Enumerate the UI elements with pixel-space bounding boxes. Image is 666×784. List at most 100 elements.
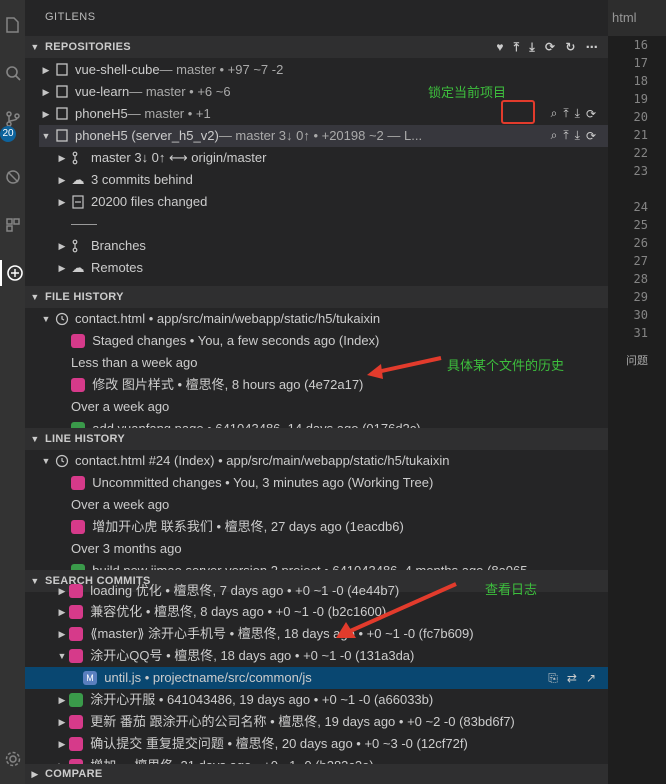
open-file-icon[interactable]: ↗: [586, 667, 596, 689]
repo-row[interactable]: ▶ vue-learn — master • +6 ~6: [39, 81, 231, 103]
branch-status-row[interactable]: ▶ master 3↓ 0↑ ⟷ origin/master: [55, 147, 267, 169]
changed-file-row[interactable]: M until.js • projectname/src/common/js ⎘…: [25, 667, 608, 689]
repositories-title: REPOSITORIES: [45, 41, 131, 53]
annotation-file-history: 具体某个文件的历史: [447, 358, 565, 373]
divider-label: ——: [71, 216, 97, 231]
line-history-section-header[interactable]: ▼ LINE HISTORY: [25, 428, 608, 450]
repo-row[interactable]: ▶ vue-shell-cube — master • +97 ~7 -2: [39, 59, 284, 81]
chevron-right-icon: ▶: [58, 739, 66, 749]
files-changed-row[interactable]: ▶ 20200 files changed: [55, 191, 208, 213]
commit-row[interactable]: Staged changes • You, a few seconds ago …: [71, 330, 379, 352]
favorite-heart-icon[interactable]: ♥: [496, 40, 503, 54]
line-number: 17: [633, 56, 648, 70]
line-number: 25: [633, 218, 648, 232]
remotes-label: Remotes: [91, 260, 144, 275]
debug-icon[interactable]: [0, 164, 25, 190]
search-commits-body: ▶ loading 优化 • 檀思佟, 7 days ago • +0 ~1 -…: [25, 580, 608, 764]
commit-row[interactable]: add yuanfang page • 641043486, 14 days a…: [71, 418, 421, 428]
chevron-down-icon: ▼: [41, 314, 51, 324]
avatar: [71, 520, 85, 534]
refresh-icon[interactable]: ↻: [565, 40, 575, 54]
repository-icon: [53, 62, 71, 78]
commit-row[interactable]: ▶ 确认提交 重复提交问题 • 檀思佟, 20 days ago • +0 ~3…: [55, 733, 468, 755]
commit-row[interactable]: build new jimao server version 2 project…: [71, 560, 528, 570]
avatar: [71, 334, 85, 348]
commit-row[interactable]: ▶ 更新 番茄 跟涂开心的公司名称 • 檀思佟, 19 days ago • +…: [55, 711, 515, 733]
commit-row[interactable]: 修改 图片样式 • 檀思佟, 8 hours ago (4e72a17): [71, 374, 363, 396]
avatar: [69, 715, 83, 729]
problems-panel-label[interactable]: 问题: [626, 352, 648, 368]
commit-row[interactable]: Uncommitted changes • You, 3 minutes ago…: [71, 472, 433, 494]
commit-label: 增加 ... 檀思佟, 21 days ago • +0 ~1 -0 (b283…: [90, 755, 373, 764]
fetch-all-icon[interactable]: ⟳: [545, 40, 555, 54]
commit-label: add yuanfang page • 641043486, 14 days a…: [92, 418, 420, 428]
pull-icon[interactable]: ⤓: [575, 128, 580, 143]
search-icon[interactable]: [0, 60, 25, 86]
file-history-section-header[interactable]: ▼ FILE HISTORY: [25, 286, 608, 308]
push-all-icon[interactable]: ⤒: [514, 40, 520, 55]
repository-icon: [53, 128, 71, 144]
fetch-icon[interactable]: ⟳: [586, 107, 596, 121]
repo-row-actions: ⌕ ⤒ ⤓ ⟳: [551, 106, 596, 121]
push-icon[interactable]: ⤒: [563, 128, 568, 143]
branches-row[interactable]: ▶ Branches: [55, 235, 146, 257]
cloud-download-icon: ☁: [71, 172, 85, 187]
compare-section-header[interactable]: ▶ COMPARE: [25, 764, 608, 784]
commit-label: 涂开心开服 • 641043486, 19 days ago • +0 ~1 -…: [90, 692, 434, 707]
repo-row-actions: ⌕ ⤒ ⤓ ⟳: [551, 128, 596, 143]
file-history-root-label: contact.html • app/src/main/webapp/stati…: [75, 311, 381, 326]
avatar: [69, 584, 83, 598]
explorer-icon[interactable]: [0, 12, 25, 38]
chevron-right-icon: ▶: [58, 197, 66, 207]
annotation-lock: 锁定当前项目: [428, 85, 507, 100]
line-number: 23: [633, 164, 648, 178]
modified-file-icon: M: [83, 671, 97, 685]
avatar: [69, 737, 83, 751]
annotation-arrow-icon: [336, 582, 457, 638]
repositories-section-header[interactable]: ▼ REPOSITORIES ♥ ⤒ ⤓ ⟳ ↻ ⋯: [25, 36, 608, 58]
files-changed-label: 20200 files changed: [91, 194, 208, 209]
file-history-title: FILE HISTORY: [45, 291, 124, 303]
chevron-down-icon: ▼: [30, 42, 40, 52]
chevron-right-icon: ▶: [42, 109, 50, 119]
repo-row[interactable]: ▼ phoneH5 (server_h5_v2) — master 3↓ 0↑ …: [39, 125, 608, 147]
compare-icon[interactable]: ⇄: [567, 667, 577, 689]
settings-gear-icon[interactable]: [0, 746, 25, 772]
extensions-icon[interactable]: [0, 212, 25, 238]
commits-behind-row[interactable]: ▶ ☁ 3 commits behind: [55, 169, 193, 191]
fetch-icon[interactable]: ⟳: [586, 129, 596, 143]
commit-row[interactable]: ▼ 涂开心QQ号 • 檀思佟, 18 days ago • +0 ~1 -0 (…: [55, 645, 414, 667]
line-number: 27: [633, 254, 648, 268]
more-actions-icon[interactable]: ⋯: [586, 40, 598, 54]
commit-row[interactable]: ▶ 涂开心开服 • 641043486, 19 days ago • +0 ~1…: [55, 689, 433, 711]
line-number: 31: [633, 326, 648, 340]
commit-row[interactable]: ▶ 增加 ... 檀思佟, 21 days ago • +0 ~1 -0 (b2…: [55, 755, 374, 764]
chevron-down-icon: ▼: [41, 131, 51, 141]
open-changes-icon[interactable]: ⎘: [548, 667, 558, 689]
pull-icon[interactable]: ⤓: [575, 106, 580, 121]
commit-label: 涂开心QQ号 • 檀思佟, 18 days ago • +0 ~1 -0 (13…: [90, 648, 415, 663]
push-icon[interactable]: ⤒: [563, 106, 568, 121]
repo-name: phoneH5 (server_h5_v2): [75, 128, 219, 143]
commit-row[interactable]: 增加开心虎 联系我们 • 檀思佟, 27 days ago (1eacdb6): [71, 516, 404, 538]
file-history-root[interactable]: ▼ contact.html • app/src/main/webapp/sta…: [39, 308, 381, 330]
search-commits-icon[interactable]: ⌕: [551, 106, 558, 121]
commits-behind-label: 3 commits behind: [91, 172, 193, 187]
history-icon: [53, 311, 71, 327]
repositories-body: ▶ vue-shell-cube — master • +97 ~7 -2 ▶ …: [25, 58, 608, 284]
gitlens-icon[interactable]: [0, 260, 27, 286]
line-number: 20: [633, 110, 648, 124]
commit-label: Uncommitted changes • You, 3 minutes ago…: [92, 475, 434, 490]
pull-all-icon[interactable]: ⤓: [529, 40, 535, 55]
search-commits-icon[interactable]: ⌕: [551, 128, 558, 143]
repo-detail: — master 3↓ 0↑ • +20198 ~2 — L...: [218, 128, 423, 143]
chevron-right-icon: ▶: [58, 586, 66, 596]
editor-tab[interactable]: html: [608, 0, 666, 36]
repo-detail: — master • +6 ~6: [129, 84, 231, 99]
changed-file-label: until.js • projectname/src/common/js: [104, 670, 312, 685]
line-history-root[interactable]: ▼ contact.html #24 (Index) • app/src/mai…: [39, 450, 450, 472]
remotes-row[interactable]: ▶ ☁ Remotes: [55, 257, 144, 279]
line-number: 26: [633, 236, 648, 250]
chevron-right-icon: ▶: [58, 695, 66, 705]
branches-label: Branches: [91, 238, 146, 253]
